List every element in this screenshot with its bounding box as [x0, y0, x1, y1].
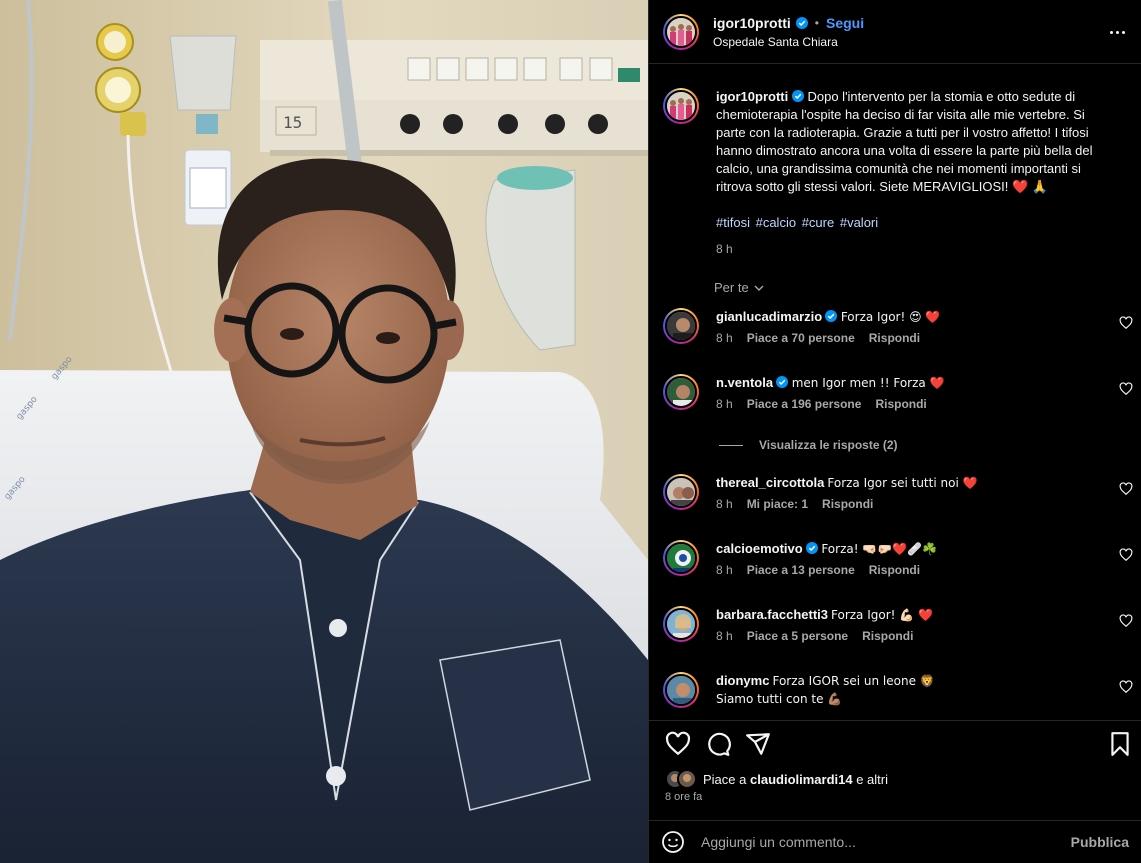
chevron-down-icon	[754, 285, 764, 291]
comment-text: Forza IGOR sei un leone 🦁	[772, 674, 935, 688]
comment-time[interactable]: 8 h	[716, 629, 733, 643]
view-replies-label: Visualizza le risposte (2)	[759, 438, 898, 452]
comment-item: dionymc Forza IGOR sei un leone 🦁 Siamo tu…	[663, 672, 1133, 708]
post-side-panel: igor10protti • Segui Ospedale Santa Chia…	[648, 0, 1141, 863]
caption-timestamp[interactable]: 8 h	[716, 240, 1096, 258]
reply-button[interactable]: Rispondi	[869, 331, 920, 345]
comment-text: Forza! 🤜🏻🤛🏻❤️🩹☘️	[821, 542, 938, 556]
reply-button[interactable]: Rispondi	[875, 397, 926, 411]
comment-time[interactable]: 8 h	[716, 563, 733, 577]
liked-by-summary[interactable]: Piace a claudiolimardi14 e altri	[665, 769, 888, 789]
commenter-username[interactable]: calcioemotivo	[716, 541, 803, 556]
verified-badge-icon	[791, 90, 804, 102]
hashtag-link[interactable]: #valori	[840, 215, 878, 230]
separator-dot: •	[814, 15, 819, 30]
like-comment-heart-icon[interactable]	[1119, 382, 1133, 396]
verified-badge-icon	[805, 542, 818, 554]
commenter-avatar[interactable]	[663, 606, 699, 642]
reply-button[interactable]: Rispondi	[862, 629, 913, 643]
comment-text: Forza Igor! 😍 ❤️	[840, 310, 941, 324]
save-bookmark-icon[interactable]	[1107, 731, 1133, 757]
comment-likes[interactable]: Piace a 13 persone	[747, 563, 855, 577]
view-replies-button[interactable]: Visualizza le risposte (2)	[719, 438, 898, 452]
commenter-username[interactable]: thereal_circottola	[716, 475, 824, 490]
post-location[interactable]: Ospedale Santa Chiara	[713, 35, 864, 49]
comment-time[interactable]: 8 h	[716, 497, 733, 511]
author-avatar[interactable]	[663, 13, 699, 50]
like-heart-icon[interactable]	[665, 731, 691, 757]
follow-button[interactable]: Segui	[826, 15, 864, 31]
commenter-username[interactable]: gianlucadimarzio	[716, 309, 822, 324]
comment-likes[interactable]: Piace a 5 persone	[747, 629, 848, 643]
hashtag-link[interactable]: #tifosi	[716, 215, 750, 230]
comment-text-line-2: Siamo tutti con te 💪🏽	[716, 692, 843, 706]
comment-bubble-icon[interactable]	[705, 731, 731, 757]
hashtag-link[interactable]: #cure	[802, 215, 835, 230]
post-timestamp[interactable]: 8 ore fa	[665, 791, 702, 803]
post-caption: igor10protti Dopo l'intervento per la st…	[663, 88, 1133, 258]
liked-by-suffix[interactable]: e altri	[856, 772, 888, 787]
commenter-avatar[interactable]	[663, 474, 699, 510]
commenter-username[interactable]: dionymc	[716, 673, 769, 688]
comment-item: calcioemotivo Forza! 🤜🏻🤛🏻❤️🩹☘️ 8 h Piace …	[663, 540, 1133, 577]
hospital-selfie-image: 15 gaspo gaspo gaspo	[0, 0, 648, 863]
comment-likes[interactable]: Piace a 70 persone	[747, 331, 855, 345]
comment-item: n.ventola men Igor men !! Forza ❤️ 8 h Pi…	[663, 374, 1133, 411]
liker-avatar	[677, 769, 697, 789]
share-send-icon[interactable]	[745, 731, 771, 757]
comment-time[interactable]: 8 h	[716, 397, 733, 411]
liked-by-prefix: Piace a	[703, 771, 747, 787]
caption-text: Dopo l'intervento per la stomia e otto s…	[716, 89, 1093, 194]
comment-item: barbara.facchetti3 Forza Igor! 💪🏻 ❤️ 8 h P…	[663, 606, 1133, 643]
post-photo[interactable]: 15 gaspo gaspo gaspo	[0, 0, 648, 863]
commenter-avatar[interactable]	[663, 672, 699, 708]
reply-button[interactable]: Rispondi	[822, 497, 873, 511]
like-comment-heart-icon[interactable]	[1119, 614, 1133, 628]
hashtag-list: #tifosi #calcio #cure #valori	[716, 214, 1096, 232]
more-options-icon[interactable]	[1107, 22, 1127, 42]
reply-button[interactable]: Rispondi	[869, 563, 920, 577]
sort-label: Per te	[714, 280, 749, 295]
comment-text: Forza Igor! 💪🏻 ❤️	[831, 608, 933, 622]
comment-time[interactable]: 8 h	[716, 331, 733, 345]
hashtag-link[interactable]: #calcio	[756, 215, 796, 230]
add-comment-bar: Pubblica	[649, 820, 1141, 863]
comment-input[interactable]	[701, 834, 1071, 850]
commenter-avatar[interactable]	[663, 308, 699, 344]
svg-text:15: 15	[283, 113, 302, 132]
caption-avatar[interactable]	[663, 88, 699, 124]
post-header: igor10protti • Segui Ospedale Santa Chia…	[649, 0, 1141, 64]
verified-badge-icon	[795, 16, 808, 29]
liked-by-user[interactable]: claudiolimardi14	[750, 772, 853, 787]
comment-text: men Igor men !! Forza ❤️	[791, 376, 945, 390]
commenter-username[interactable]: n.ventola	[716, 375, 773, 390]
publish-button[interactable]: Pubblica	[1071, 834, 1129, 850]
commenter-avatar[interactable]	[663, 540, 699, 576]
comment-item: thereal_circottola Forza Igor sei tutti n…	[663, 474, 1133, 511]
like-comment-heart-icon[interactable]	[1119, 680, 1133, 694]
verified-badge-icon	[776, 376, 789, 388]
like-comment-heart-icon[interactable]	[1119, 548, 1133, 562]
reply-divider-line	[719, 444, 743, 446]
comment-likes[interactable]: Mi piace: 1	[747, 497, 808, 511]
like-comment-heart-icon[interactable]	[1119, 482, 1133, 496]
comment-likes[interactable]: Piace a 196 persone	[747, 397, 862, 411]
emoji-picker-icon[interactable]	[661, 830, 685, 854]
instagram-post-modal: 15 gaspo gaspo gaspo igor10protti • Segu…	[0, 0, 1141, 863]
like-comment-heart-icon[interactable]	[1119, 316, 1133, 330]
comment-sort-dropdown[interactable]: Per te	[714, 280, 764, 295]
author-username[interactable]: igor10protti	[713, 15, 791, 31]
verified-badge-icon	[825, 310, 838, 322]
commenter-avatar[interactable]	[663, 374, 699, 410]
post-actions-bar: Piace a claudiolimardi14 e altri 8 ore f…	[649, 720, 1141, 812]
caption-username[interactable]: igor10protti	[716, 89, 788, 104]
commenter-username[interactable]: barbara.facchetti3	[716, 607, 828, 622]
comment-text: Forza Igor sei tutti noi ❤️	[827, 476, 978, 490]
comment-item: gianlucadimarzio Forza Igor! 😍 ❤️ 8 h Pia…	[663, 308, 1133, 345]
